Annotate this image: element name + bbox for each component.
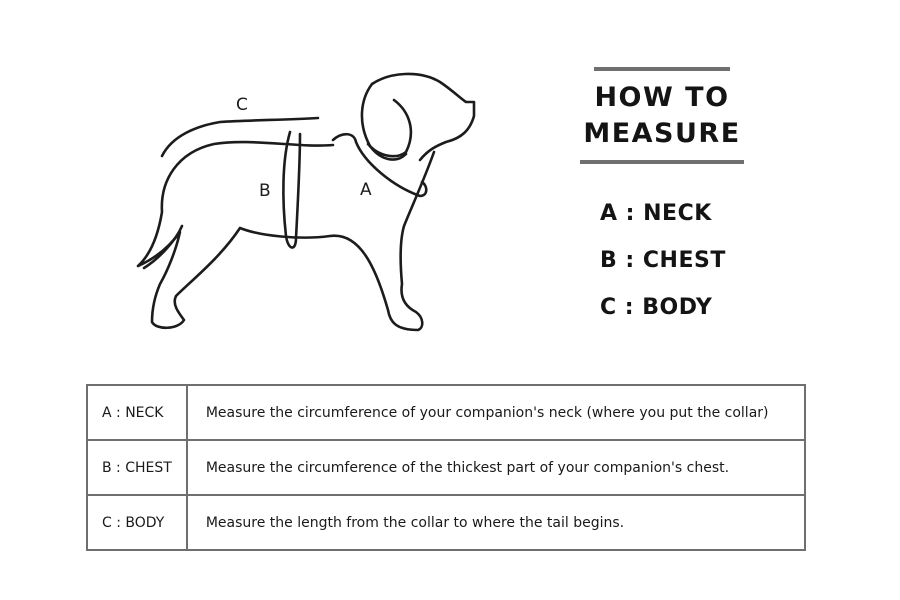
neck-measure-line	[331, 132, 428, 198]
table-cell-description: Measure the circumference of the thickes…	[185, 439, 807, 496]
table-row: A : NECK Measure the circumference of yo…	[86, 384, 807, 441]
label-c: C	[236, 95, 248, 115]
table-cell-code: A : NECK	[86, 384, 188, 441]
table-cell-description: Measure the length from the collar to wh…	[185, 494, 807, 551]
dog-head-back	[360, 82, 408, 161]
body-measure-line	[160, 116, 320, 158]
table-row: C : BODY Measure the length from the col…	[86, 494, 807, 551]
table-cell-description: Measure the circumference of your compan…	[185, 384, 807, 441]
label-b: B	[259, 181, 271, 201]
measurement-table: A : NECK Measure the circumference of yo…	[86, 384, 807, 551]
dog-head-outline	[370, 72, 476, 162]
table-row: B : CHEST Measure the circumference of t…	[86, 439, 807, 496]
title-rule-bottom	[580, 160, 744, 164]
legend-item-neck: A : NECK	[600, 201, 712, 226]
chest-measure-line	[282, 130, 302, 249]
dog-ear	[366, 98, 413, 158]
measure-legend: A : NECK B : CHEST C : BODY	[600, 196, 726, 337]
legend-item-chest: B : CHEST	[600, 248, 726, 273]
title-rule-top	[594, 67, 730, 71]
label-a: A	[360, 180, 372, 200]
table-cell-code: B : CHEST	[86, 439, 188, 496]
page-title: HOW TO MEASURE	[583, 82, 741, 149]
legend-item-body: C : BODY	[600, 295, 713, 320]
dog-measurement-diagram: C B A	[136, 72, 476, 332]
title-block: HOW TO MEASURE	[578, 64, 746, 168]
table-cell-code: C : BODY	[86, 494, 188, 551]
